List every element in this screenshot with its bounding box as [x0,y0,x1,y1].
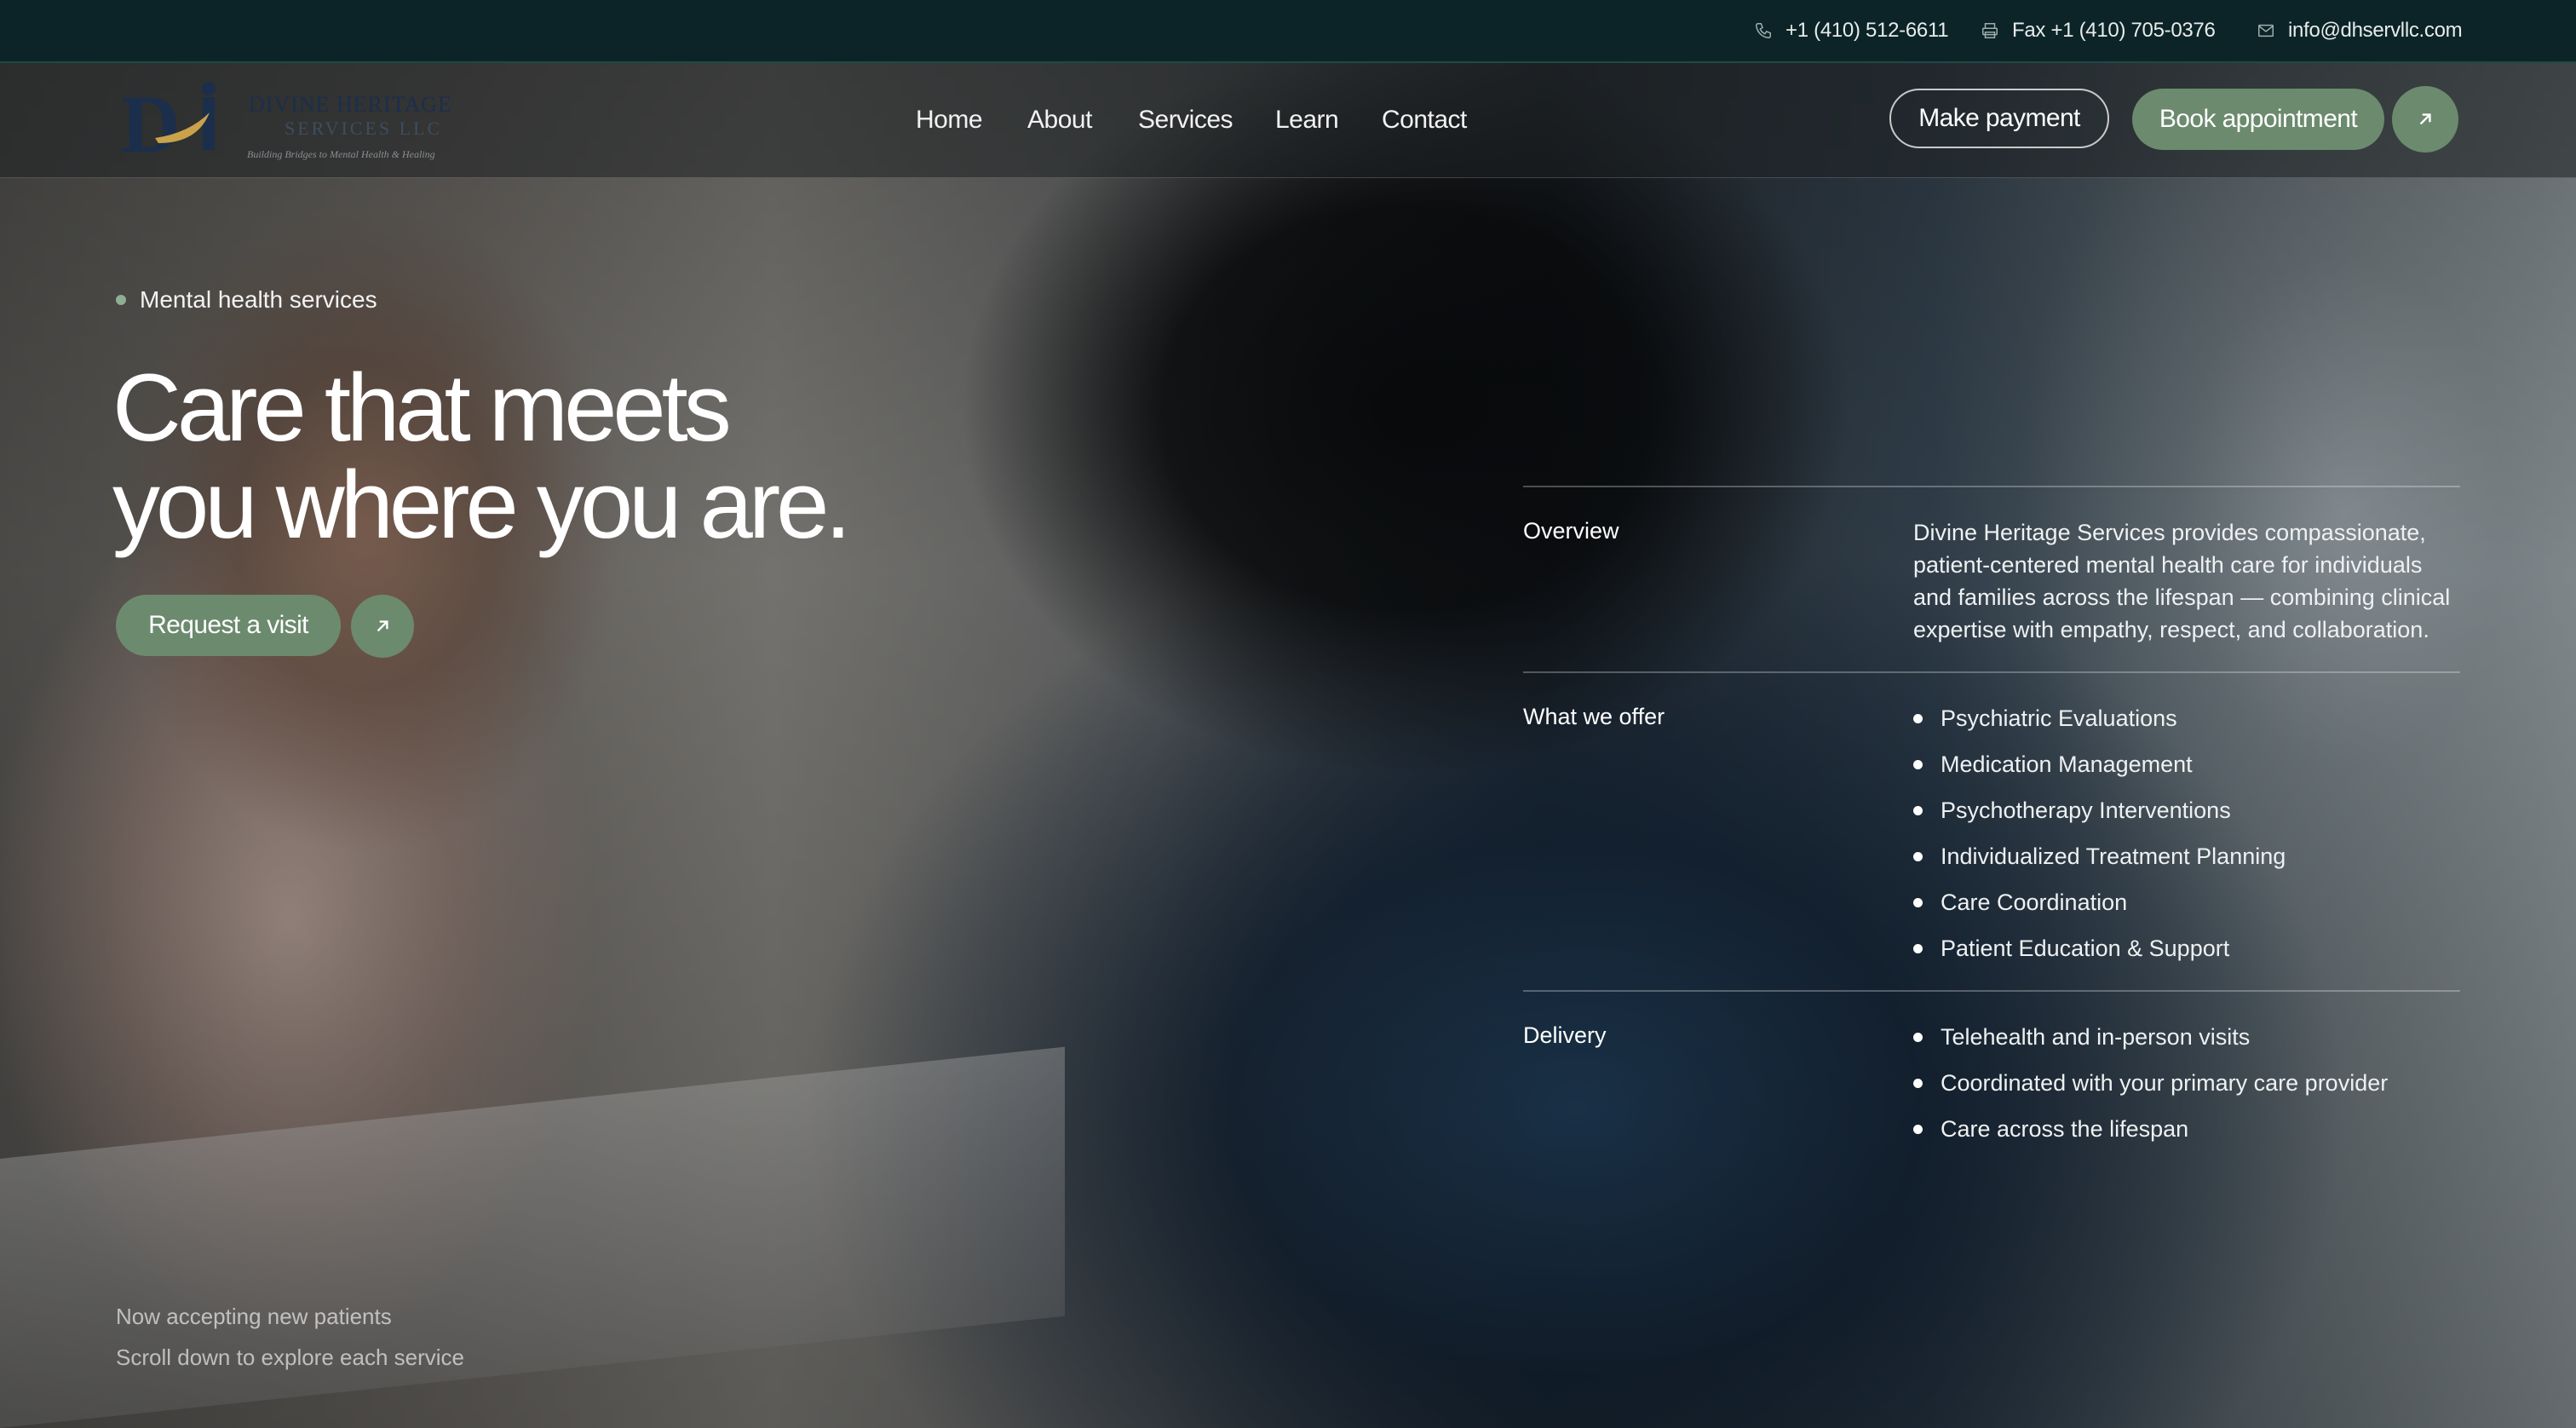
list-item: Telehealth and in-person visits [1913,1021,2458,1067]
arrow-up-right-icon [2419,113,2431,125]
brand-tagline: Building Bridges to Mental Health & Heal… [247,148,435,160]
overview-row: Overview Divine Heritage Services provid… [1523,486,2460,673]
brand-name-line2: SERVICES LLC [285,118,443,139]
brand-logo[interactable]: D DIVINE HERITAGE SERVICES LLC Building … [121,78,479,170]
logo-mark-icon: D [121,78,240,170]
contact-phone-text: +1 (410) 512-6611 [1785,19,1949,42]
list-item: Coordinated with your primary care provi… [1913,1067,2458,1113]
nav-item-home[interactable]: Home [916,106,983,135]
list-item: Medication Management [1913,748,2458,794]
hero-headline: Care that meets you where you are. [112,354,852,558]
brand-name-line1: DIVINE HERITAGE [249,92,452,117]
contact-bar: +1 (410) 512-6611 Fax +1 (410) 705-0376 … [0,0,2576,63]
phone-icon [1753,20,1774,41]
hero-eyebrow-text: Mental health services [140,286,377,313]
book-appointment-button[interactable]: Book appointment [2132,89,2384,150]
contact-phone[interactable]: +1 (410) 512-6611 [1753,0,1949,61]
request-visit-arrow-button[interactable] [351,595,414,658]
book-appointment-arrow-button[interactable] [2392,86,2458,153]
delivery-row: Delivery Telehealth and in-person visits… [1523,990,2460,1162]
delivery-list: Telehealth and in-person visits Coordina… [1913,1021,2458,1159]
overview-text: Divine Heritage Services provides compas… [1913,520,2451,642]
hero-headline-line2: you where you are. [112,452,852,558]
list-item: Care across the lifespan [1913,1113,2458,1159]
hero-headline-line1: Care that meets [112,354,732,461]
hero-eyebrow: Mental health services [116,286,377,314]
printer-icon [1980,20,2000,41]
delivery-label: Delivery [1523,1022,1607,1048]
request-visit-button[interactable]: Request a visit [116,595,341,656]
scroll-hint: Scroll down to explore each service [116,1345,464,1370]
list-item: Care Coordination [1913,886,2458,932]
contact-fax-text: Fax +1 (410) 705-0376 [2012,19,2216,42]
nav-item-about[interactable]: About [1027,106,1092,135]
svg-text:D: D [121,78,180,164]
overview-label: Overview [1523,518,1619,544]
make-payment-button[interactable]: Make payment [1889,89,2109,148]
nav-item-learn[interactable]: Learn [1275,106,1339,135]
list-item: Psychiatric Evaluations [1913,702,2458,748]
offer-list: Psychiatric Evaluations Medication Manag… [1913,702,2458,978]
eyebrow-dot-icon [116,295,126,305]
contact-email[interactable]: info@dhservllc.com [2256,0,2463,61]
accepting-patients-note: Now accepting new patients [116,1304,392,1329]
arrow-up-right-icon [377,620,388,632]
list-item: Psychotherapy Interventions [1913,794,2458,840]
offer-row: What we offer Psychiatric Evaluations Me… [1523,671,2460,992]
contact-email-text: info@dhservllc.com [2288,19,2463,42]
mail-icon [2256,20,2276,41]
contact-fax: Fax +1 (410) 705-0376 [1980,0,2216,61]
list-item: Individualized Treatment Planning [1913,840,2458,886]
offer-label: What we offer [1523,704,1665,729]
list-item: Patient Education & Support [1913,932,2458,978]
nav-item-services[interactable]: Services [1138,106,1233,135]
nav-item-contact[interactable]: Contact [1382,106,1467,135]
